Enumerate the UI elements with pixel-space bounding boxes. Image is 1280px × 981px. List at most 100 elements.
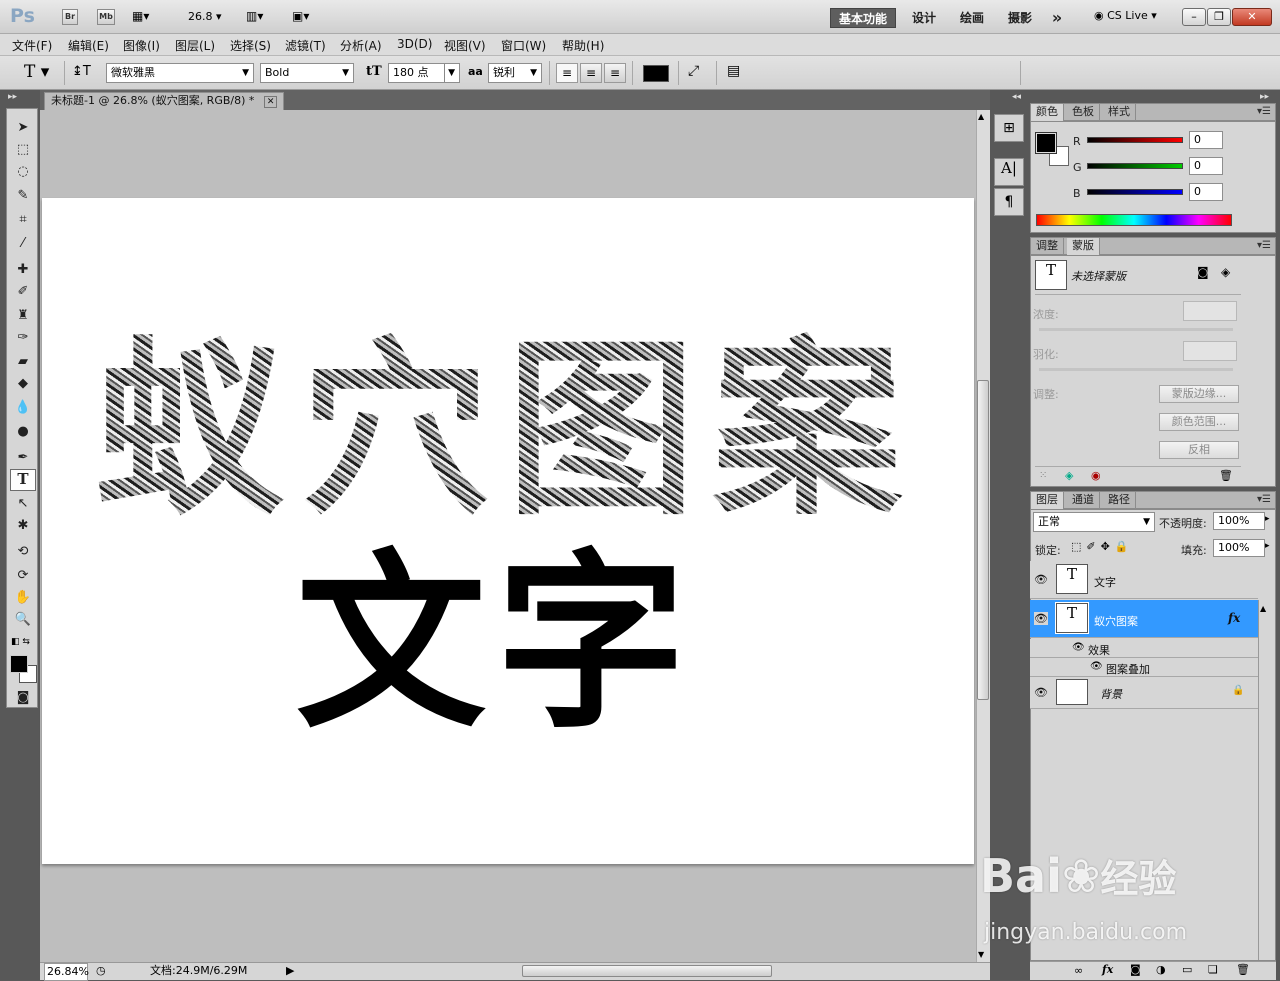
zoom-status-field[interactable]: 26.84% — [44, 963, 89, 981]
tool-preset-picker[interactable]: T ▾ — [24, 62, 49, 82]
font-family-select[interactable]: 微软雅黑 ▼ — [106, 63, 254, 83]
move-tool-icon[interactable]: ➤ — [10, 117, 36, 139]
visibility-eye-icon[interactable]: 👁 — [1034, 686, 1048, 699]
eyedropper-tool-icon[interactable]: ⁄ — [10, 233, 36, 255]
pattern-overlay-effect-row[interactable]: 👁 图案叠加 — [1030, 658, 1258, 677]
menu-file[interactable]: 文件(F) — [12, 37, 52, 54]
close-tab-icon[interactable]: ✕ — [263, 96, 278, 108]
brush-tool-icon[interactable]: ✐ — [10, 281, 36, 303]
menu-image[interactable]: 图像(I) — [123, 37, 160, 54]
close-button[interactable]: ✕ — [1232, 8, 1272, 26]
tab-channels[interactable]: 通道 — [1067, 492, 1100, 509]
3d-orbit-tool-icon[interactable]: ⟳ — [10, 565, 36, 587]
status-menu-arrow-icon[interactable]: ▶ — [286, 963, 294, 979]
default-colors-icon[interactable]: ◧ ⇆ — [11, 637, 30, 647]
healing-brush-tool-icon[interactable]: ✚ — [10, 259, 36, 281]
layer-effects-fx-icon[interactable]: fx — [1228, 611, 1240, 625]
delete-layer-icon[interactable]: 🗑 — [1236, 963, 1250, 976]
layers-scrollbar[interactable] — [1258, 600, 1272, 960]
quick-selection-tool-icon[interactable]: ✎ — [10, 185, 36, 207]
workspace-painting[interactable]: 绘画 — [952, 8, 992, 28]
scroll-down-icon[interactable]: ▼ — [978, 950, 984, 959]
workspace-design[interactable]: 设计 — [904, 8, 944, 28]
quick-mask-icon[interactable]: ◙ — [10, 687, 36, 709]
link-layers-icon[interactable]: ∞ — [1074, 964, 1083, 977]
add-pixel-mask-icon[interactable]: ◙ — [1197, 265, 1209, 279]
zoom-level-dropdown[interactable]: 26.8 ▾ — [188, 10, 222, 23]
layer-row-pattern-selected[interactable]: 👁 T 蚁穴图案 fx — [1030, 600, 1258, 638]
menu-edit[interactable]: 编辑(E) — [68, 37, 109, 54]
hand-tool-icon[interactable]: ✋ — [10, 587, 36, 609]
clone-stamp-tool-icon[interactable]: ♜ — [10, 305, 36, 327]
opacity-field[interactable]: 100% — [1213, 512, 1265, 530]
collapse-tools-icon[interactable]: ▸▸ — [8, 92, 17, 102]
pen-tool-icon[interactable]: ✒ — [10, 447, 36, 469]
opacity-arrow-icon[interactable]: ▸ — [1265, 514, 1270, 524]
history-panel-icon[interactable]: ⊞ — [994, 114, 1024, 142]
anti-alias-select[interactable]: 锐利 ▼ — [488, 63, 542, 83]
minimize-button[interactable]: – — [1182, 8, 1206, 26]
tab-masks[interactable]: 蒙版 — [1067, 238, 1100, 255]
add-mask-icon[interactable]: ◙ — [1130, 963, 1141, 976]
panel-foreground-swatch[interactable] — [1035, 132, 1057, 154]
tab-styles[interactable]: 样式 — [1103, 104, 1136, 121]
masks-panel-menu-icon[interactable]: ▾☰ — [1257, 240, 1271, 251]
visibility-eye-icon[interactable]: 👁 — [1034, 612, 1048, 625]
arrange-documents-dropdown[interactable]: ▥▾ — [246, 9, 263, 23]
3d-rotate-tool-icon[interactable]: ⟲ — [10, 541, 36, 563]
tab-paths[interactable]: 路径 — [1103, 492, 1136, 509]
color-spectrum-bar[interactable] — [1036, 214, 1232, 226]
custom-shape-tool-icon[interactable]: ✱ — [10, 515, 36, 537]
menu-3d[interactable]: 3D(D) — [397, 37, 432, 51]
horizontal-scroll-thumb[interactable] — [522, 965, 772, 977]
delete-mask-icon[interactable]: 🗑 — [1219, 469, 1233, 482]
screen-mode-dropdown[interactable]: ▣▾ — [292, 9, 309, 23]
tab-layers[interactable]: 图层 — [1031, 492, 1064, 509]
apply-mask-icon[interactable]: ◈ — [1065, 469, 1073, 482]
disable-mask-icon[interactable]: ◉ — [1091, 469, 1101, 482]
layers-scroll-up-icon[interactable]: ▲ — [1260, 604, 1266, 613]
path-selection-tool-icon[interactable]: ↖ — [10, 493, 36, 515]
type-tool-icon[interactable]: T — [10, 469, 36, 491]
load-selection-icon[interactable]: ⁙ — [1039, 470, 1047, 481]
workspace-essentials[interactable]: 基本功能 — [830, 8, 896, 28]
add-vector-mask-icon[interactable]: ◈ — [1221, 265, 1230, 279]
status-info-icon[interactable]: ◷ — [96, 963, 106, 979]
collapse-right-dock-icon[interactable]: ▸▸ — [1260, 92, 1269, 102]
tab-swatches[interactable]: 色板 — [1067, 104, 1100, 121]
menu-help[interactable]: 帮助(H) — [562, 37, 604, 54]
crop-tool-icon[interactable]: ⌗ — [10, 209, 36, 231]
new-layer-icon[interactable]: ❏ — [1208, 963, 1218, 976]
menu-filter[interactable]: 滤镜(T) — [285, 37, 326, 54]
zoom-tool-icon[interactable]: 🔍 — [10, 609, 36, 631]
foreground-color-swatch[interactable] — [10, 655, 28, 673]
effects-eye-icon[interactable]: 👁 — [1072, 642, 1085, 653]
font-size-select[interactable]: 180 点 ▼ — [388, 63, 460, 83]
text-color-swatch[interactable] — [643, 65, 669, 82]
red-value-field[interactable]: 0 — [1189, 131, 1223, 149]
tab-adjustments[interactable]: 调整 — [1031, 238, 1064, 255]
paint-bucket-tool-icon[interactable]: ◆ — [10, 373, 36, 395]
menu-select[interactable]: 选择(S) — [230, 37, 271, 54]
scroll-up-icon[interactable]: ▲ — [978, 112, 984, 121]
view-extras-dropdown[interactable]: ▦▾ — [132, 9, 160, 25]
align-right-button[interactable]: ≡ — [604, 63, 626, 83]
menu-view[interactable]: 视图(V) — [444, 37, 486, 54]
blend-mode-select[interactable]: 正常 ▼ — [1033, 512, 1155, 532]
lasso-tool-icon[interactable]: ◌ — [10, 161, 36, 183]
visibility-eye-icon[interactable]: 👁 — [1034, 573, 1048, 586]
maximize-button[interactable]: ❐ — [1207, 8, 1231, 26]
vertical-scroll-thumb[interactable] — [977, 380, 989, 700]
fill-arrow-icon[interactable]: ▸ — [1265, 541, 1270, 551]
eraser-tool-icon[interactable]: ▰ — [10, 351, 36, 373]
character-panel-dock-icon[interactable]: A| — [994, 158, 1024, 186]
blue-slider[interactable] — [1087, 189, 1183, 195]
mask-edge-button[interactable]: 蒙版边缘... — [1159, 385, 1239, 403]
menu-window[interactable]: 窗口(W) — [501, 37, 546, 54]
mini-bridge-button[interactable]: Mb — [97, 9, 115, 25]
new-group-icon[interactable]: ▭ — [1182, 963, 1192, 976]
color-panel-menu-icon[interactable]: ▾☰ — [1257, 106, 1271, 117]
cs-live-button[interactable]: ◉ CS Live ▾ — [1094, 9, 1157, 22]
history-brush-tool-icon[interactable]: ✑ — [10, 327, 36, 349]
paragraph-panel-icon[interactable]: ¶ — [994, 188, 1024, 216]
